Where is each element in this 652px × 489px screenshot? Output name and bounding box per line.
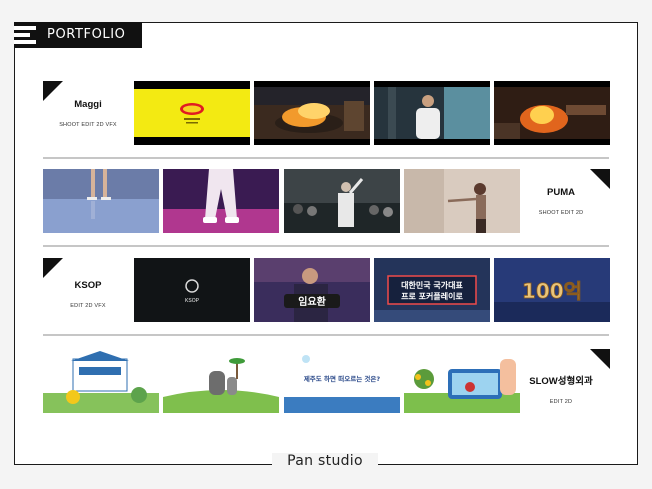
project-name: Maggi <box>74 99 102 110</box>
thumb-ksop-logo[interactable]: KSOP <box>134 258 250 322</box>
thumb-legs-water[interactable] <box>43 169 159 233</box>
project-name: PUMA <box>547 187 575 198</box>
thumb-broadcast-title[interactable]: 대한민국 국가대표 프로 포커플레이로 <box>374 258 490 322</box>
row-divider <box>43 245 609 247</box>
thumb-clinic-building[interactable] <box>43 349 159 413</box>
thumb-jeju-question[interactable]: 제주도 하면 떠오르는 것은? <box>284 349 400 413</box>
thumb-caption: 제주도 하면 떠오르는 것은? <box>304 374 381 383</box>
footer-divider <box>14 464 272 465</box>
project-name: SLOW성형외과 <box>529 376 593 387</box>
page-title: PORTFOLIO <box>47 27 126 42</box>
thumb-wok-flame[interactable] <box>254 81 370 145</box>
thumb-caption: KSOP <box>185 298 200 304</box>
menu-lines-icon <box>14 22 40 48</box>
footer-divider <box>378 464 638 465</box>
project-label-ksop: KSOP EDIT 2D VFX <box>43 280 133 309</box>
corner-marker-icon <box>590 169 610 189</box>
portfolio-header: PORTFOLIO <box>14 22 142 48</box>
thumb-maggi-logo[interactable] <box>134 81 250 145</box>
project-tags: SHOOT EDIT 2D VFX <box>59 122 117 128</box>
project-tags: SHOOT EDIT 2D <box>538 210 584 216</box>
thumb-crowd-performer[interactable] <box>284 169 400 233</box>
svg-text:대한민국 국가대표: 대한민국 국가대표 <box>401 280 463 290</box>
thumb-chef-portrait[interactable] <box>374 81 490 145</box>
footer-brand: Pan studio <box>272 453 378 469</box>
project-label-maggi: Maggi SHOOT EDIT 2D VFX <box>43 99 133 128</box>
corner-marker-icon <box>43 258 63 278</box>
project-label-slow: SLOW성형외과 EDIT 2D <box>516 373 606 405</box>
thumb-caption: 100억 <box>522 279 582 303</box>
thumb-pink-pants[interactable] <box>163 169 279 233</box>
row-divider <box>43 157 609 159</box>
thumb-host[interactable]: 임요환 <box>254 258 370 322</box>
svg-text:프로 포커플레이로: 프로 포커플레이로 <box>401 291 463 301</box>
thumb-100-billion[interactable]: 100억 <box>494 258 610 322</box>
project-name: KSOP <box>74 280 102 291</box>
row-divider <box>43 334 609 336</box>
thumb-caption: 임요환 <box>298 295 326 308</box>
project-tags: EDIT 2D VFX <box>70 303 106 309</box>
corner-marker-icon <box>590 349 610 369</box>
thumb-cooking-fire[interactable] <box>494 81 610 145</box>
project-label-puma: PUMA SHOOT EDIT 2D <box>516 187 606 216</box>
thumb-stone-statue[interactable] <box>163 349 279 413</box>
corner-marker-icon <box>43 81 63 101</box>
thumb-phone-camera[interactable] <box>404 349 520 413</box>
project-tags: EDIT 2D <box>549 399 573 405</box>
thumb-dancer[interactable] <box>404 169 520 233</box>
